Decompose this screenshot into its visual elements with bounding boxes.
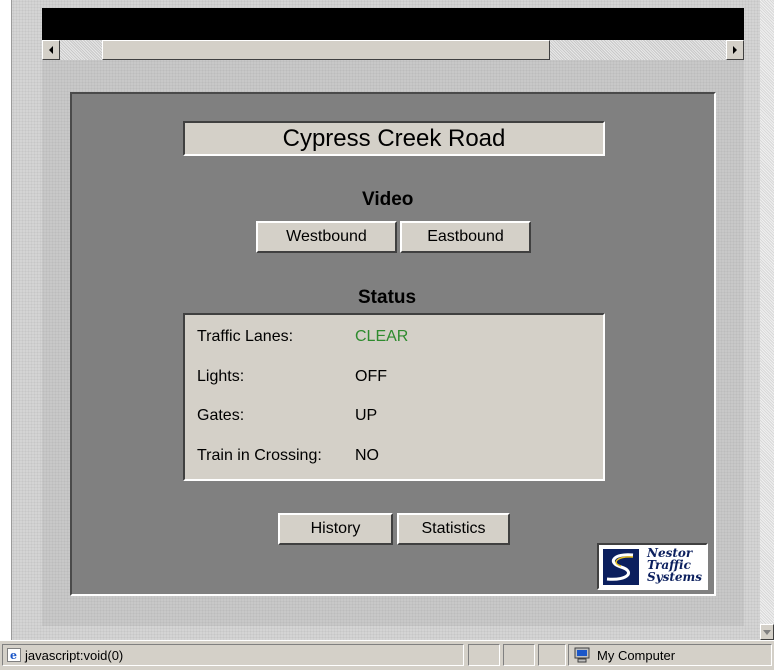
- status-label: Lights:: [197, 368, 245, 385]
- eastbound-button[interactable]: Eastbound: [400, 221, 531, 253]
- status-value-gates: UP: [355, 407, 378, 424]
- status-url-cell: e javascript:void(0): [2, 644, 464, 666]
- horizontal-scroll-thumb[interactable]: [102, 40, 550, 60]
- history-button[interactable]: History: [278, 513, 393, 545]
- status-value-traffic-lanes: CLEAR: [355, 328, 409, 345]
- status-label: Gates:: [197, 407, 245, 424]
- status-zone-cell: My Computer: [568, 644, 772, 666]
- statistics-button[interactable]: Statistics: [397, 513, 510, 545]
- status-cell: [503, 644, 535, 666]
- video-heading: Video: [362, 189, 414, 210]
- browser-status-bar: e javascript:void(0) My Computer: [0, 640, 774, 670]
- page-title: Cypress Creek Road: [183, 121, 605, 156]
- status-label: Train in Crossing:: [197, 447, 322, 464]
- scroll-left-button[interactable]: [42, 40, 60, 60]
- status-cell: [538, 644, 566, 666]
- logo-text: Nestor Traffic Systems: [647, 547, 702, 583]
- status-value-train-in-crossing: NO: [355, 447, 379, 464]
- logo-line: Systems: [646, 570, 702, 584]
- scroll-down-button[interactable]: [760, 624, 774, 640]
- svg-text:e: e: [10, 649, 17, 662]
- arrow-down-icon: [763, 629, 771, 635]
- nestor-logo: Nestor Traffic Systems: [597, 543, 708, 590]
- embedded-frame-top: [42, 8, 744, 40]
- status-cell: [468, 644, 500, 666]
- scroll-right-button[interactable]: [726, 40, 744, 60]
- status-zone-text: My Computer: [597, 647, 676, 663]
- browser-left-edge: [0, 0, 12, 640]
- vertical-scrollbar[interactable]: [760, 0, 774, 640]
- status-box: Traffic Lanes: CLEAR Lights: OFF Gates: …: [183, 313, 605, 481]
- arrow-right-icon: [733, 46, 737, 54]
- status-label: Traffic Lanes:: [197, 328, 294, 345]
- status-value-lights: OFF: [355, 368, 387, 385]
- westbound-button[interactable]: Westbound: [256, 221, 397, 253]
- status-url-text: javascript:void(0): [25, 647, 124, 663]
- ie-page-icon: e: [7, 648, 21, 662]
- nestor-s-logo-icon: [603, 549, 639, 585]
- horizontal-scrollbar[interactable]: [42, 40, 744, 60]
- my-computer-icon: [574, 647, 590, 663]
- arrow-left-icon: [49, 46, 53, 54]
- status-heading: Status: [358, 287, 417, 308]
